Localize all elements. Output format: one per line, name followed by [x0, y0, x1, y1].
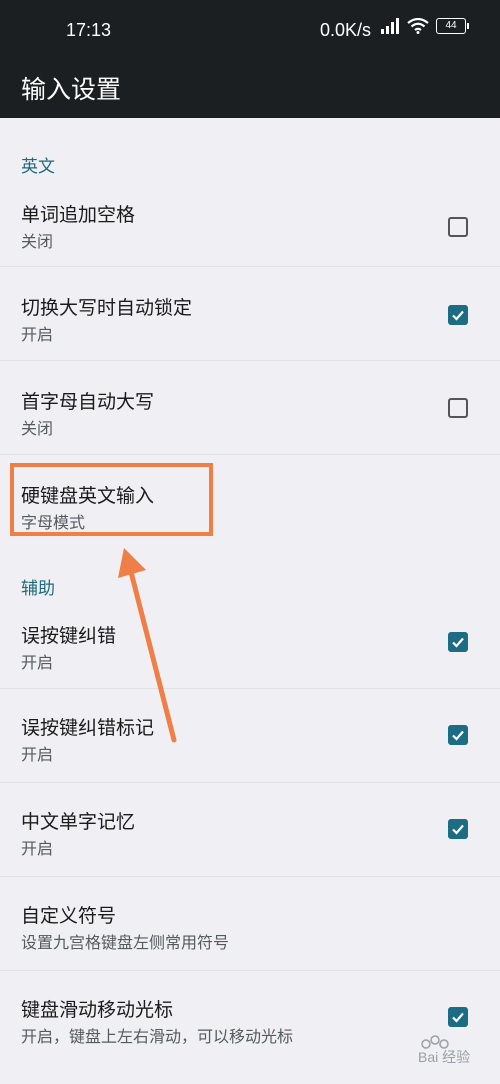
signal-icon	[381, 18, 399, 34]
list-item[interactable]: 首字母自动大写 关闭	[0, 361, 500, 455]
wifi-icon	[407, 18, 429, 34]
checkbox[interactable]	[448, 819, 468, 839]
list-item[interactable]: 单词追加空格 关闭	[0, 186, 500, 267]
list-item[interactable]: 切换大写时自动锁定 开启	[0, 267, 500, 361]
check-icon	[452, 1012, 464, 1023]
status-time: 17:13	[66, 20, 112, 40]
list-item[interactable]: 误按键纠错标记 开启	[0, 689, 500, 783]
checkbox[interactable]	[448, 1007, 468, 1027]
section-header-assist: 辅助	[21, 579, 55, 598]
battery-icon: 44	[436, 18, 469, 34]
item-subtitle: 开启	[21, 747, 54, 764]
item-title: 中文单字记忆	[21, 812, 136, 833]
checkbox[interactable]	[448, 217, 468, 237]
item-subtitle: 设置九宫格键盘左侧常用符号	[21, 935, 230, 952]
check-icon	[452, 730, 464, 741]
list-item[interactable]: 中文单字记忆 开启	[0, 783, 500, 877]
checkbox[interactable]	[448, 398, 468, 418]
item-subtitle: 关闭	[21, 421, 54, 438]
page-title: 输入设置	[21, 76, 122, 104]
item-subtitle: 开启	[21, 655, 54, 672]
item-title: 键盘滑动移动光标	[21, 1000, 174, 1021]
app-bar: 输入设置	[0, 58, 500, 118]
item-subtitle: 开启	[21, 327, 54, 344]
watermark: Bai 经验	[410, 1028, 490, 1073]
checkbox[interactable]	[448, 725, 468, 745]
status-bar: 17:13 0.0K/s 44	[0, 0, 500, 58]
item-title: 首字母自动大写	[21, 392, 155, 413]
item-title: 误按键纠错	[21, 626, 117, 647]
checkbox[interactable]	[448, 305, 468, 325]
status-icons: 44	[380, 18, 469, 34]
list-item[interactable]: 误按键纠错 开启	[0, 608, 500, 689]
network-speed: 0.0K/s	[320, 20, 372, 40]
check-icon	[452, 310, 464, 321]
item-subtitle: 关闭	[21, 234, 54, 251]
item-subtitle: 开启	[21, 841, 54, 858]
item-title: 误按键纠错标记	[21, 718, 155, 739]
list-item[interactable]: 自定义符号 设置九宫格键盘左侧常用符号	[0, 877, 500, 971]
item-title: 自定义符号	[21, 906, 117, 927]
check-icon	[452, 824, 464, 835]
checkbox[interactable]	[448, 632, 468, 652]
watermark-logo: Bai 经验	[418, 1035, 470, 1065]
check-icon	[452, 637, 464, 648]
section-header-english: 英文	[21, 157, 55, 176]
item-subtitle: 开启，键盘上左右滑动，可以移动光标	[21, 1029, 294, 1046]
item-title: 切换大写时自动锁定	[21, 298, 193, 319]
svg-text:Bai 经验: Bai 经验	[418, 1049, 470, 1065]
item-title: 单词追加空格	[21, 205, 136, 226]
annotation-highlight-box	[10, 463, 213, 536]
